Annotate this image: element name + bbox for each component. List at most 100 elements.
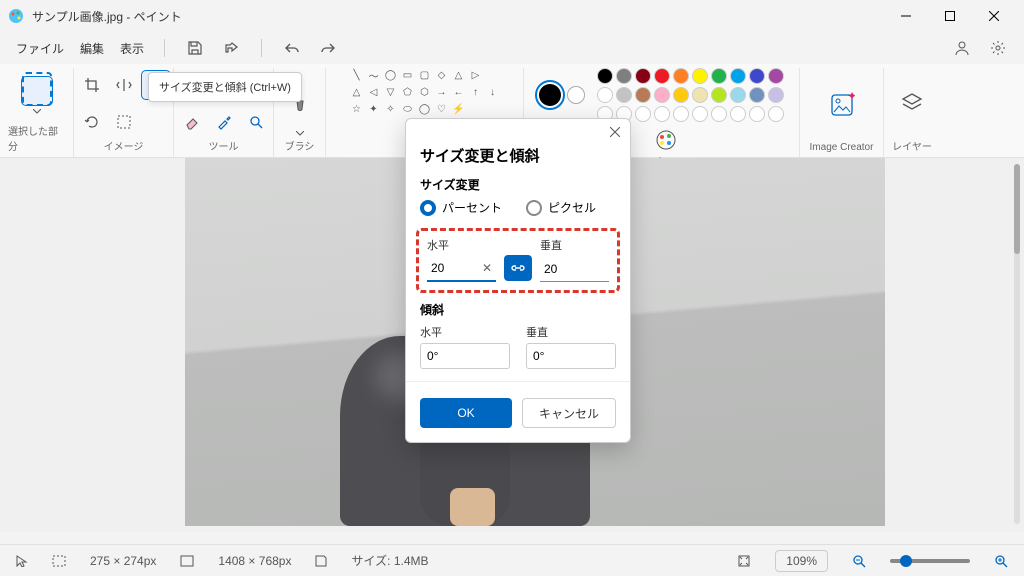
eraser-icon[interactable]	[178, 108, 206, 136]
ok-button[interactable]: OK	[420, 398, 512, 428]
flip-icon[interactable]	[110, 71, 138, 99]
group-imgcreator-label: Image Creator	[810, 142, 874, 157]
disk-icon	[315, 555, 327, 567]
aspect-lock-button[interactable]	[504, 255, 532, 281]
eyedropper-icon[interactable]	[210, 108, 238, 136]
save-icon[interactable]	[185, 38, 205, 58]
radio-percent[interactable]: パーセント	[420, 199, 502, 216]
palette-swatch[interactable]	[768, 87, 784, 103]
group-brushes-label: ブラシ	[285, 138, 315, 157]
fit-icon[interactable]	[737, 554, 751, 568]
palette-swatch[interactable]	[692, 68, 708, 84]
palette-swatch[interactable]	[654, 87, 670, 103]
menu-file[interactable]: ファイル	[16, 40, 64, 57]
radio-pixel[interactable]: ピクセル	[526, 199, 596, 216]
chevron-down-icon[interactable]	[33, 109, 41, 114]
zoom-in-icon[interactable]	[994, 554, 1008, 568]
resize-h-label: 水平	[427, 237, 496, 253]
vertical-scrollbar[interactable]	[1014, 164, 1020, 524]
crop-icon[interactable]	[78, 71, 106, 99]
cancel-button[interactable]: キャンセル	[522, 398, 616, 428]
palette-swatch[interactable]	[616, 87, 632, 103]
palette-swatch[interactable]	[730, 87, 746, 103]
palette-swatch[interactable]	[635, 68, 651, 84]
palette-swatch[interactable]	[730, 106, 746, 122]
palette-swatch[interactable]	[635, 106, 651, 122]
dialog-title: サイズ変更と傾斜	[406, 145, 630, 176]
palette-swatch[interactable]	[749, 106, 765, 122]
menu-edit[interactable]: 編集	[80, 40, 104, 57]
chevron-down-icon[interactable]	[296, 131, 304, 136]
zoom-slider[interactable]	[890, 559, 970, 563]
select-tool[interactable]	[22, 77, 52, 105]
menu-view[interactable]: 表示	[120, 40, 144, 57]
resize-section-label: サイズ変更	[406, 176, 630, 199]
palette-swatch[interactable]	[711, 87, 727, 103]
window-title: サンプル画像.jpg - ペイント	[32, 8, 884, 25]
color-1[interactable]	[539, 84, 561, 106]
menu-bar: ファイル 編集 表示	[0, 32, 1024, 64]
group-image-label: イメージ	[104, 138, 144, 157]
palette-swatch[interactable]	[597, 87, 613, 103]
rotate-icon[interactable]	[78, 108, 106, 136]
palette-swatch[interactable]	[673, 87, 689, 103]
skew-v-label: 垂直	[526, 324, 616, 340]
palette-swatch[interactable]	[711, 106, 727, 122]
zoom-out-icon[interactable]	[852, 554, 866, 568]
selection-size: 275 × 274px	[90, 554, 156, 568]
selection-options-icon[interactable]	[110, 108, 138, 136]
dialog-close-button[interactable]	[606, 123, 624, 141]
skew-section-label: 傾斜	[406, 301, 630, 324]
status-bar: 275 × 274px 1408 × 768px サイズ: 1.4MB 109%	[0, 544, 1024, 576]
magnifier-icon[interactable]	[242, 108, 270, 136]
palette-swatch[interactable]	[768, 106, 784, 122]
resize-v-label: 垂直	[540, 237, 609, 253]
resize-vertical-input[interactable]	[540, 256, 609, 282]
palette-swatch[interactable]	[673, 106, 689, 122]
layers-icon[interactable]	[894, 75, 930, 131]
canvas-size-icon	[180, 555, 194, 567]
color-palette[interactable]	[597, 68, 784, 122]
undo-icon[interactable]	[282, 38, 302, 58]
palette-swatch[interactable]	[711, 68, 727, 84]
skew-h-label: 水平	[420, 324, 510, 340]
color-2[interactable]	[567, 86, 585, 104]
palette-swatch[interactable]	[635, 87, 651, 103]
group-select-label: 選択した部分	[8, 123, 65, 157]
resize-tooltip: サイズ変更と傾斜 (Ctrl+W)	[148, 72, 302, 102]
palette-swatch[interactable]	[692, 106, 708, 122]
palette-swatch[interactable]	[597, 68, 613, 84]
palette-swatch[interactable]	[654, 106, 670, 122]
palette-swatch[interactable]	[692, 87, 708, 103]
skew-vertical-input[interactable]	[526, 343, 616, 369]
palette-swatch[interactable]	[749, 68, 765, 84]
palette-swatch[interactable]	[749, 87, 765, 103]
radio-pixel-label: ピクセル	[548, 199, 596, 216]
palette-swatch[interactable]	[673, 68, 689, 84]
clear-icon[interactable]: ✕	[482, 261, 492, 275]
skew-horizontal-input[interactable]	[420, 343, 510, 369]
settings-icon[interactable]	[988, 38, 1008, 58]
minimize-button[interactable]	[884, 1, 928, 31]
share-icon[interactable]	[221, 38, 241, 58]
group-layers-label: レイヤー	[892, 138, 932, 157]
maximize-button[interactable]	[928, 1, 972, 31]
canvas-size: 1408 × 768px	[218, 554, 291, 568]
resize-fields-highlight: 水平 ✕ 垂直	[416, 228, 620, 293]
image-creator-icon[interactable]: ✦	[824, 77, 860, 133]
filesize-label: サイズ:	[351, 554, 390, 568]
user-icon[interactable]	[952, 38, 972, 58]
edit-colors-icon[interactable]	[652, 126, 680, 154]
redo-icon[interactable]	[318, 38, 338, 58]
shapes-gallery[interactable]: ╲〜◯▭▢◇△▷ △◁▽⬠⬡→←↑↓ ☆✦✧⬭◯♡⚡	[349, 68, 500, 117]
palette-swatch[interactable]	[654, 68, 670, 84]
selection-size-icon	[52, 555, 66, 567]
close-button[interactable]	[972, 1, 1016, 31]
cursor-icon	[16, 555, 28, 567]
palette-swatch[interactable]	[616, 68, 632, 84]
zoom-value: 109%	[775, 550, 828, 572]
palette-swatch[interactable]	[730, 68, 746, 84]
palette-swatch[interactable]	[768, 68, 784, 84]
radio-percent-label: パーセント	[442, 199, 502, 216]
group-tools-label: ツール	[209, 138, 239, 157]
